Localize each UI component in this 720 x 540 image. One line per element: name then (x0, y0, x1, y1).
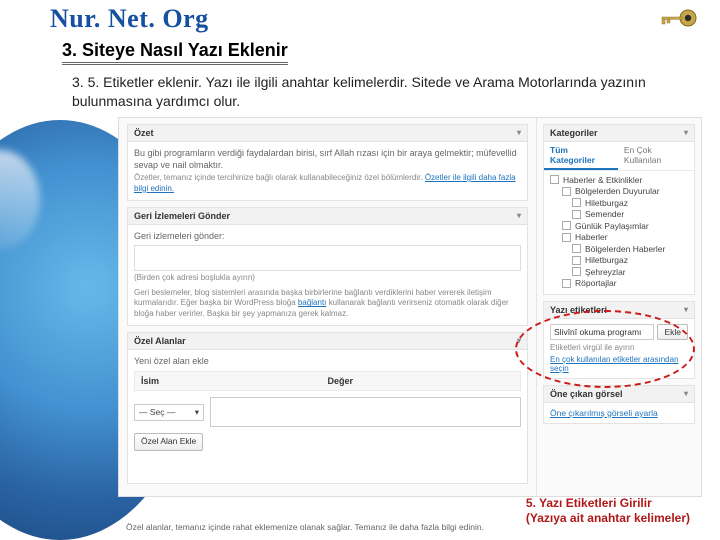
checkbox[interactable] (562, 279, 571, 288)
category-label: Günlük Paylaşımlar (575, 221, 649, 231)
collapse-icon[interactable]: ▾ (684, 128, 688, 137)
summary-note: Özetler, temanız içinde tercihinize bağl… (134, 173, 425, 182)
category-item[interactable]: Röportajlar (550, 278, 688, 288)
tags-panel: Yazı etiketleri ▾ Slivînî okuma programı… (543, 301, 695, 379)
chevron-down-icon: ▾ (195, 407, 199, 418)
checkbox[interactable] (572, 210, 581, 219)
category-label: Röportajlar (575, 278, 617, 288)
th-name: İsim (141, 375, 328, 387)
checkbox[interactable] (562, 233, 571, 242)
tab-all-categories[interactable]: Tüm Kategoriler (544, 142, 618, 170)
th-value: Değer (328, 375, 515, 387)
category-item[interactable]: Haberler & Etkinlikler (550, 175, 688, 185)
trackback-hint: (Birden çok adresi boşlukla ayırın) (134, 273, 521, 284)
categories-panel: Kategoriler ▾ Tüm Kategoriler En Çok Kul… (543, 124, 695, 295)
summary-panel: Özet ▾ Bu gibi programların verdiği fayd… (127, 124, 528, 201)
checkbox[interactable] (572, 256, 581, 265)
category-label: Bölgelerden Haberler (585, 244, 665, 254)
callout-annotation: 5. Yazı Etiketleri Girilir (Yazıya ait a… (526, 496, 690, 526)
checkbox[interactable] (562, 221, 571, 230)
custom-name-select[interactable]: — Seç — ▾ (134, 404, 204, 421)
category-item[interactable]: Şehreyzlar (550, 267, 688, 277)
callout-line1: 5. Yazı Etiketleri Girilir (526, 496, 690, 511)
category-item[interactable]: Bölgelerden Haberler (550, 244, 688, 254)
callout-line2: (Yazıya ait anahtar kelimeler) (526, 511, 690, 526)
add-tag-button[interactable]: Ekle (657, 324, 688, 340)
tab-most-used[interactable]: En Çok Kullanılan (618, 142, 694, 170)
checkbox[interactable] (572, 244, 581, 253)
checkbox[interactable] (562, 187, 571, 196)
trackback-desc-link[interactable]: bağlantı (298, 298, 326, 307)
section-title: 3. Siteye Nasıl Yazı Eklenir (62, 40, 288, 65)
checkbox[interactable] (550, 175, 559, 184)
select-placeholder: — Seç — (139, 407, 175, 418)
category-label: Hiletburgaz (585, 255, 628, 265)
category-list: Haberler & EtkinliklerBölgelerden Duyuru… (544, 171, 694, 294)
add-custom-field-button[interactable]: Özel Alan Ekle (134, 433, 203, 450)
category-label: Semender (585, 209, 624, 219)
category-item[interactable]: Bölgelerden Duyurular (550, 186, 688, 196)
site-title: Nur. Net. Org (50, 4, 720, 34)
collapse-icon[interactable]: ▾ (517, 211, 521, 220)
checkbox[interactable] (572, 198, 581, 207)
featured-header: Öne çıkan görsel (550, 389, 623, 399)
category-item[interactable]: Günlük Paylaşımlar (550, 221, 688, 231)
custom-value-input[interactable] (210, 397, 521, 427)
collapse-icon[interactable]: ▾ (517, 128, 521, 137)
category-item[interactable]: Haberler (550, 232, 688, 242)
tag-popular-link[interactable]: En çok kullanılan etiketler arasından se… (550, 355, 688, 373)
wp-admin-screenshot: Özet ▾ Bu gibi programların verdiği fayd… (118, 117, 702, 497)
summary-header: Özet (134, 128, 154, 138)
bottom-help-text: Özel alanlar, temanız içinde rahat eklem… (126, 522, 484, 532)
trackback-label: Geri izlemeleri gönder: (134, 230, 521, 242)
trackback-panel: Geri İzlemeleri Gönder ▾ Geri izlemeleri… (127, 207, 528, 326)
category-label: Haberler (575, 232, 608, 242)
collapse-icon[interactable]: ▾ (517, 336, 521, 345)
section-description: 3. 5. Etiketler eklenir. Yazı ile ilgili… (72, 73, 688, 111)
admin-right-column: Kategoriler ▾ Tüm Kategoriler En Çok Kul… (536, 118, 701, 496)
custom-add-label: Yeni özel alan ekle (134, 355, 521, 367)
admin-left-column: Özet ▾ Bu gibi programların verdiği fayd… (119, 118, 536, 496)
category-item[interactable]: Hiletburgaz (550, 255, 688, 265)
featured-image-panel: Öne çıkan görsel ▾ Öne çıkarılmış görsel… (543, 385, 695, 424)
summary-text: Bu gibi programların verdiği faydalardan… (134, 147, 521, 171)
tags-header: Yazı etiketleri (550, 305, 607, 315)
trackback-header: Geri İzlemeleri Gönder (134, 211, 230, 221)
trackback-input[interactable] (134, 245, 521, 271)
tag-hint: Etiketleri virgül ile ayırın (550, 343, 688, 352)
category-label: Hiletburgaz (585, 198, 628, 208)
custom-fields-panel: Özel Alanlar ▾ Yeni özel alan ekle İsim … (127, 332, 528, 484)
category-label: Bölgelerden Duyurular (575, 186, 660, 196)
tag-input[interactable]: Slivînî okuma programı (550, 324, 654, 340)
set-featured-link[interactable]: Öne çıkarılmış görseli ayarla (550, 408, 658, 418)
category-label: Haberler & Etkinlikler (563, 175, 642, 185)
category-item[interactable]: Semender (550, 209, 688, 219)
category-item[interactable]: Hiletburgaz (550, 198, 688, 208)
collapse-icon[interactable]: ▾ (684, 389, 688, 398)
checkbox[interactable] (572, 267, 581, 276)
key-lock-logo (658, 6, 700, 36)
collapse-icon[interactable]: ▾ (684, 305, 688, 314)
category-label: Şehreyzlar (585, 267, 626, 277)
categories-header: Kategoriler (550, 128, 598, 138)
custom-fields-header: Özel Alanlar (134, 336, 186, 346)
